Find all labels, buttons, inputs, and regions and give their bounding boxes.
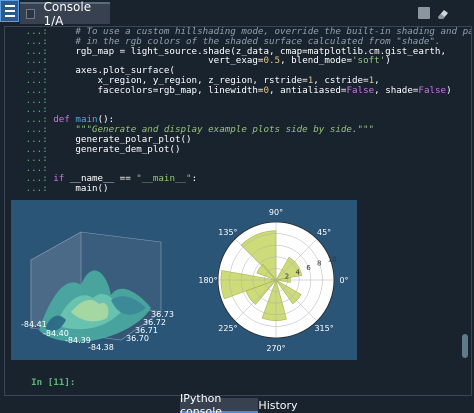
polar-angle-label: 90°: [269, 208, 283, 217]
polar-radial-label: 6: [306, 264, 311, 272]
polar-angle-label: 180°: [198, 276, 217, 285]
polar-angle-label: 45°: [317, 228, 331, 237]
console-tab[interactable]: Console 1/A: [20, 0, 110, 28]
stop-square-icon[interactable]: [418, 7, 430, 19]
console-tab-label: Console 1/A: [43, 0, 92, 28]
eraser-icon[interactable]: [436, 6, 450, 20]
ipython-console[interactable]: ...: # To use a custom hillshading mode,…: [4, 26, 472, 396]
code-line: ...: facecolors=rgb_map, linewidth=0, an…: [9, 84, 452, 96]
tab-history[interactable]: History: [258, 398, 298, 413]
surface-y-tick: 36.70: [126, 334, 149, 343]
surface-x-tick: -84.41: [21, 320, 47, 329]
polar-radial-label: 8: [317, 260, 321, 268]
tab-ipython-console[interactable]: IPython console: [180, 392, 258, 413]
polar-angle-label: 270°: [266, 344, 285, 353]
polar-radial-label: 10: [328, 255, 337, 263]
code-line: ...:: [9, 153, 54, 165]
polar-angle-label: 225°: [218, 324, 237, 333]
scrollbar-thumb[interactable]: [462, 334, 468, 358]
polar-radial-label: 4: [296, 268, 301, 276]
hamburger-menu-icon[interactable]: [0, 0, 19, 22]
console-tabbar: Console 1/A: [0, 0, 474, 28]
polar-angle-label: 0°: [339, 276, 348, 285]
inline-figure: -84.41 -84.40 -84.39 -84.38 36.73 36.72 36.71 3…: [11, 200, 357, 360]
surface-x-tick: -84.38: [88, 343, 114, 352]
code-line: ...: main(): [9, 182, 109, 194]
polar-angle-label: 135°: [218, 228, 237, 237]
code-line: ...:: [9, 94, 54, 106]
code-area[interactable]: ...: # To use a custom hillshading mode,…: [9, 27, 471, 194]
polar-radial-label: 2: [285, 273, 289, 281]
input-prompt: In [11]:: [31, 376, 76, 388]
vertical-scrollbar[interactable]: [461, 29, 469, 393]
polar-angle-label: 315°: [314, 324, 333, 333]
bottom-tabs: IPython console History: [0, 392, 474, 413]
surface-x-tick: -84.39: [65, 336, 91, 345]
tab-close-icon[interactable]: [26, 9, 36, 19]
code-line: ...: generate_dem_plot(): [9, 143, 181, 155]
